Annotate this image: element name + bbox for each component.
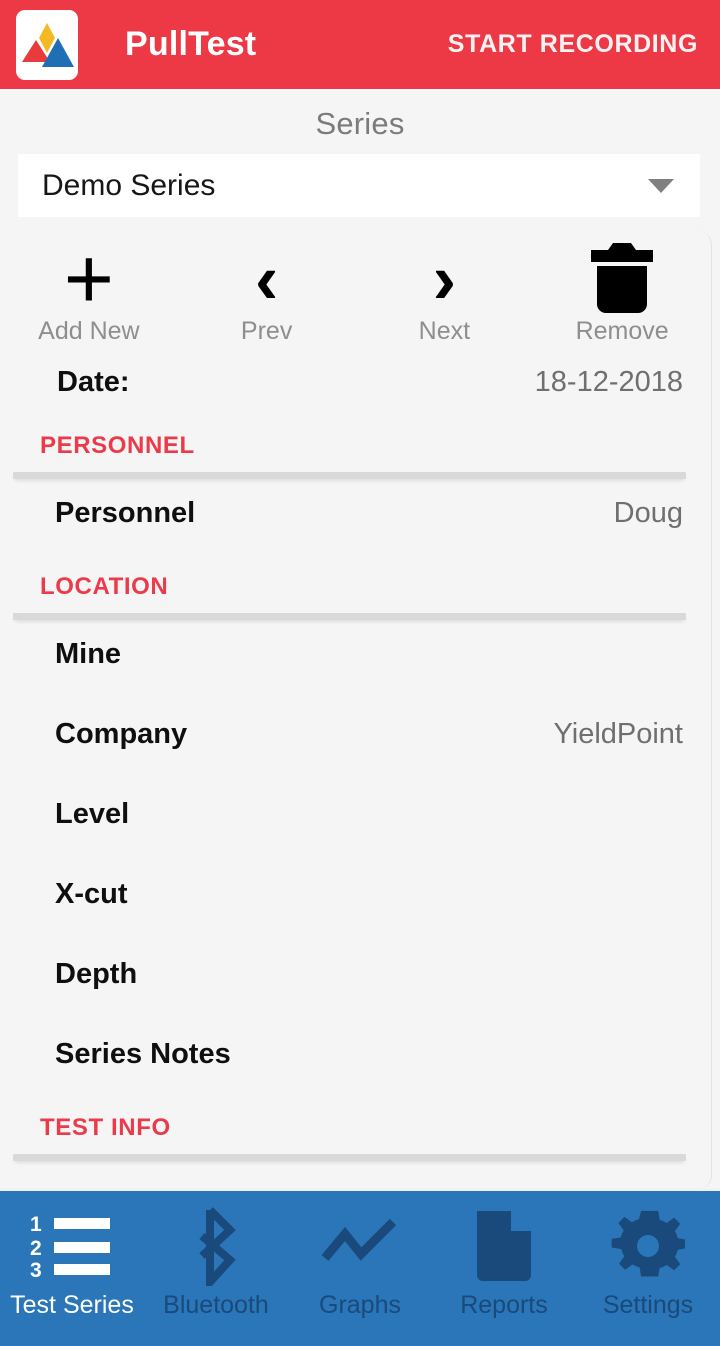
nav-label: Test Series: [10, 1291, 134, 1319]
start-recording-button[interactable]: START RECORDING: [448, 30, 698, 59]
field-label: X-cut: [55, 878, 128, 910]
section-header-personnel: PERSONNEL: [40, 432, 195, 459]
section-divider: [0, 460, 711, 479]
add-new-button[interactable]: + Add New: [0, 231, 178, 346]
remove-button[interactable]: Remove: [533, 237, 711, 346]
date-value: 18-12-2018: [534, 366, 683, 398]
bottom-navigation: 1 2 3 Test Series Bluetooth Graphs Repor…: [0, 1189, 720, 1346]
section-header-test-info: TEST INFO: [40, 1114, 171, 1141]
remove-label: Remove: [575, 317, 669, 345]
trash-icon: [533, 237, 711, 321]
field-row-personnel[interactable]: Personnel Doug: [0, 479, 711, 559]
nav-label: Settings: [602, 1291, 694, 1319]
app-header: PullTest START RECORDING: [0, 0, 720, 89]
nav-item-bluetooth[interactable]: Bluetooth: [144, 1191, 288, 1320]
nav-item-reports[interactable]: Reports: [432, 1191, 576, 1320]
field-row-company[interactable]: Company YieldPoint: [0, 700, 711, 780]
field-row-mine[interactable]: Mine: [0, 620, 711, 700]
numbered-list-icon: 1 2 3: [0, 1203, 144, 1289]
document-icon: [432, 1203, 576, 1289]
svg-text:1: 1: [30, 1214, 42, 1236]
field-label: Mine: [55, 638, 122, 670]
pulltest-logo-icon: [16, 9, 78, 80]
field-row-level[interactable]: Level: [0, 780, 711, 860]
nav-label: Bluetooth: [163, 1291, 269, 1319]
chevron-right-icon: ›: [432, 240, 457, 318]
prev-button[interactable]: ‹ Prev: [178, 237, 356, 346]
next-label: Next: [418, 317, 471, 345]
section-header-location: LOCATION: [40, 573, 169, 600]
main-content: Series Demo Series + Add New ‹ Prev › Ne…: [0, 89, 720, 1189]
field-label: Level: [55, 798, 130, 830]
nav-label: Reports: [460, 1291, 548, 1319]
bluetooth-icon: [144, 1203, 288, 1289]
svg-text:3: 3: [30, 1259, 42, 1278]
date-row[interactable]: Date: 18-12-2018: [0, 346, 711, 418]
next-button[interactable]: › Next: [356, 237, 534, 346]
field-row-series-notes[interactable]: Series Notes: [0, 1020, 711, 1100]
series-dropdown[interactable]: Demo Series: [18, 154, 700, 217]
date-label: Date:: [57, 366, 130, 398]
svg-text:2: 2: [30, 1237, 42, 1260]
nav-label: Graphs: [319, 1291, 401, 1319]
app-title: PullTest: [125, 25, 257, 63]
section-divider: [0, 1142, 711, 1161]
chevron-left-icon: ‹: [254, 240, 279, 318]
series-actions-bar: + Add New ‹ Prev › Next Remove: [0, 231, 711, 346]
field-label: Series Notes: [55, 1038, 231, 1070]
nav-item-graphs[interactable]: Graphs: [288, 1191, 432, 1320]
gear-icon: [576, 1203, 720, 1289]
field-label: Depth: [55, 958, 138, 990]
line-graph-icon: [288, 1203, 432, 1289]
field-value: Doug: [613, 497, 683, 529]
series-selected-value: Demo Series: [42, 168, 216, 202]
field-value: YieldPoint: [553, 718, 683, 750]
nav-item-test-series[interactable]: 1 2 3 Test Series: [0, 1191, 144, 1320]
chevron-down-icon: [648, 178, 674, 193]
field-row-depth[interactable]: Depth: [0, 940, 711, 1020]
add-new-label: Add New: [38, 317, 140, 345]
prev-label: Prev: [240, 317, 293, 345]
nav-item-settings[interactable]: Settings: [576, 1191, 720, 1320]
plus-icon: +: [63, 231, 114, 327]
series-detail-panel: + Add New ‹ Prev › Next Remove Date: 18-…: [0, 231, 712, 1189]
field-row-xcut[interactable]: X-cut: [0, 860, 711, 940]
series-label: Series: [315, 106, 405, 141]
field-label: Personnel: [55, 497, 196, 529]
field-label: Company: [55, 718, 188, 750]
section-divider: [0, 601, 711, 620]
